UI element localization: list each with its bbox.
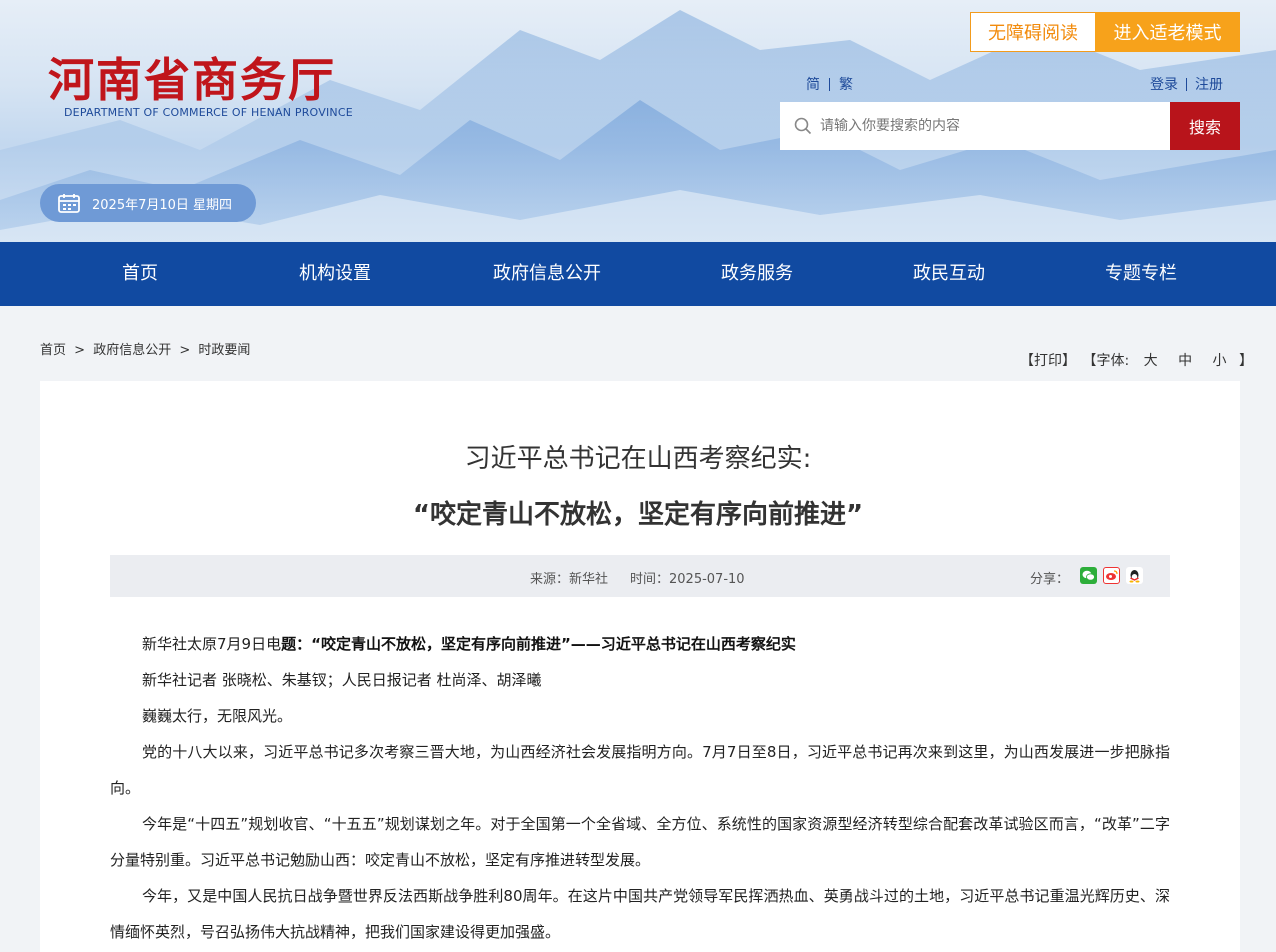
elder-mode-button[interactable]: 进入适老模式 [1095,12,1240,52]
font-size-bracket: 】 [1238,353,1253,369]
article-paragraph: 新华社记者 张晓松、朱基钗；人民日报记者 杜尚泽、胡泽曦 [142,671,542,689]
breadcrumb-gov-info[interactable]: 政府信息公开 [93,343,171,358]
breadcrumb-home[interactable]: 首页 [40,343,66,358]
search-icon [794,117,812,135]
share-label: 分享： [1030,572,1070,587]
traditional-chinese-link[interactable]: 繁 [839,74,853,94]
article-time: 时间：2025-07-10 [630,572,745,587]
site-logo-subtitle: DEPARTMENT OF COMMERCE OF HENAN PROVINCE [64,106,353,119]
qq-icon[interactable] [1126,567,1143,584]
font-small-button[interactable]: 小 [1213,353,1227,369]
nav-item-services[interactable]: 政务服务 [721,242,793,306]
search-box [780,102,1170,150]
auth-links: 登录 注册 [1150,74,1223,94]
font-large-button[interactable]: 大 [1144,353,1158,369]
nav-item-gov-info[interactable]: 政府信息公开 [493,242,601,306]
breadcrumb: 首页 > 政府信息公开 > 时政要闻 [40,339,254,358]
nav-item-interaction[interactable]: 政民互动 [913,242,985,306]
register-link[interactable]: 注册 [1195,74,1223,94]
search-button[interactable]: 搜索 [1170,102,1240,150]
font-size-label: 【字体: [1082,353,1130,369]
article-paragraph: 今年是“十四五”规划收官、“十五五”规划谋划之年。对于全国第一个全省域、全方位、… [110,815,1170,869]
divider [1186,77,1187,91]
date-display: 2025年7月10日 星期四 [40,184,256,222]
article-title-line2: “咬定青山不放松，坚定有序向前推进” [412,500,864,530]
calendar-icon [58,194,80,213]
article-headline-bold: 题：“咬定青山不放松，坚定有序向前推进”——习近平总书记在山西考察纪实 [281,635,796,653]
article-paragraph: 今年，又是中国人民抗日战争暨世界反法西斯战争胜利80周年。在这片中国共产党领导军… [110,887,1170,941]
accessible-reading-button[interactable]: 无障碍阅读 [970,12,1096,52]
nav-item-organization[interactable]: 机构设置 [299,242,371,306]
main-nav: 首页 机构设置 政府信息公开 政务服务 政民互动 专题专栏 [0,242,1276,306]
weibo-icon[interactable] [1103,567,1120,584]
wechat-icon[interactable] [1080,567,1097,584]
header-banner: 河南省商务厅 DEPARTMENT OF COMMERCE OF HENAN P… [0,0,1276,242]
simplified-chinese-link[interactable]: 简 [806,74,820,94]
article-body: 新华社太原7月9日电题：“咬定青山不放松，坚定有序向前推进”——习近平总书记在山… [110,626,1170,950]
breadcrumb-current[interactable]: 时政要闻 [198,343,250,358]
print-button[interactable]: 【打印】 [1020,353,1076,369]
article-meta-bar: 来源：新华社 时间：2025-07-10 分享： [110,555,1170,597]
breadcrumb-separator: > [179,343,191,358]
article-paragraph: 党的十八大以来，习近平总书记多次考察三晋大地，为山西经济社会发展指明方向。7月7… [110,743,1170,797]
article-tools: 【打印】 【字体: 大 中 小 】 [1020,350,1255,370]
site-logo-title[interactable]: 河南省商务厅 [48,44,336,110]
article-source: 来源：新华社 [530,572,609,587]
nav-item-home[interactable]: 首页 [122,242,158,306]
nav-item-special-topics[interactable]: 专题专栏 [1105,242,1177,306]
search-bar: 搜索 [780,102,1240,150]
date-text: 2025年7月10日 星期四 [92,197,233,213]
login-link[interactable]: 登录 [1150,74,1178,94]
article-paragraph: 巍巍太行，无限风光。 [142,707,293,725]
search-input[interactable] [820,118,1150,134]
article-title-line1: 习近平总书记在山西考察纪实: [464,444,812,474]
font-medium-button[interactable]: 中 [1178,353,1192,369]
language-switch: 简 繁 [806,74,853,94]
divider [829,77,830,91]
breadcrumb-separator: > [74,343,86,358]
article-paragraph: 新华社太原7月9日电题：“咬定青山不放松，坚定有序向前推进”——习近平总书记在山… [110,626,1170,662]
dateline: 新华社太原7月9日电 [142,635,282,653]
